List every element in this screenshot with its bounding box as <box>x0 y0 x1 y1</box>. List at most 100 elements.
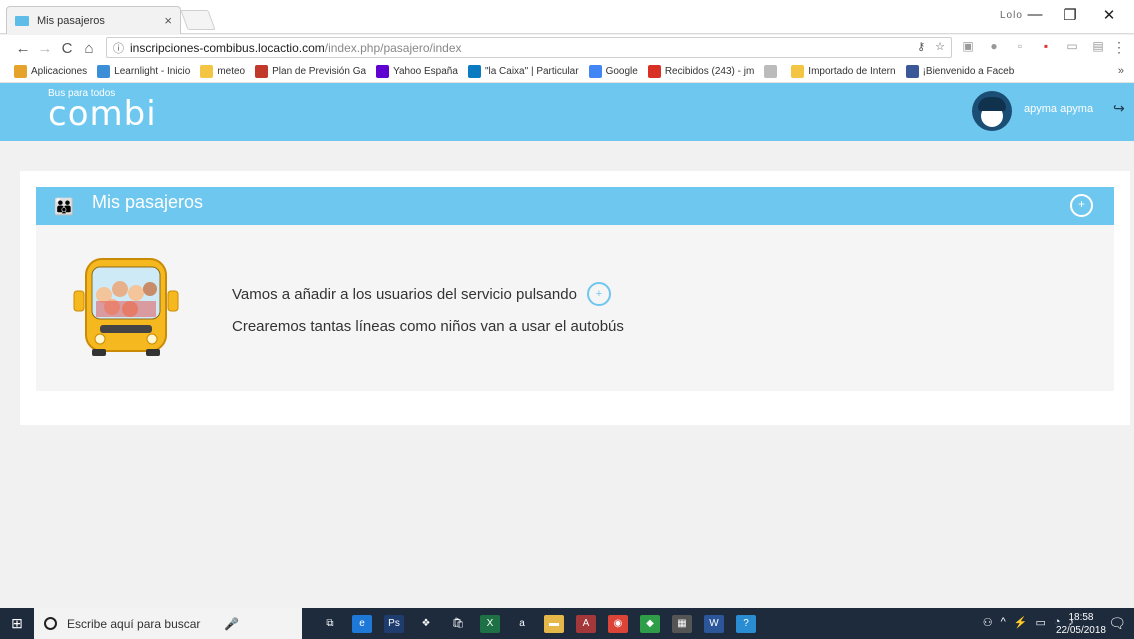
taskbar-search-input[interactable]: Escribe aquí para buscar 🎤 <box>34 608 302 639</box>
bookmark-star-icon[interactable]: ☆ <box>935 40 945 53</box>
bookmark-label: Yahoo España <box>393 66 458 77</box>
bookmarks-bar: Aplicaciones Learnlight - Inicio meteo Plan… <box>0 61 1134 83</box>
extension-icon[interactable]: ▤ <box>1090 39 1106 53</box>
task-view-icon[interactable]: ⧉ <box>320 614 340 633</box>
instruction-line-2: Crearemos tantas líneas como niños van a… <box>232 318 624 335</box>
bookmark-item[interactable]: Google <box>588 65 638 78</box>
inline-add-icon[interactable]: + <box>586 282 611 306</box>
windows-taskbar: ⊞ Escribe aquí para buscar 🎤 ⧉ e Ps ❖ 🛍 Xa ▬ A ◉… <box>0 608 1134 639</box>
bookmark-label: Google <box>605 66 638 77</box>
bookmark-label: ¡Bienvenido a Faceb <box>922 66 1015 77</box>
bookmark-favicon-icon <box>376 65 390 78</box>
forward-button[interactable]: → <box>34 40 56 57</box>
key-icon[interactable]: ⚷ <box>917 40 925 53</box>
bookmark-label: Recibidos (243) - jm <box>664 66 755 77</box>
bookmark-item[interactable]: Aplicaciones <box>14 65 87 78</box>
bookmark-favicon-icon <box>647 65 661 78</box>
extension-icon[interactable]: ▫ <box>1012 39 1028 53</box>
school-bus-illustration <box>73 258 179 356</box>
maximize-button[interactable]: ❐ <box>1055 6 1085 24</box>
panel-body: Vamos a añadir a los usuarios del servic… <box>36 225 1114 391</box>
bookmark-item[interactable]: "la Caixa" | Particular <box>467 65 579 78</box>
address-bar-row: ← → C ⌂ ⓘ inscripciones-combibus.locacti… <box>0 35 1134 61</box>
cortana-icon <box>44 617 57 630</box>
app-header: Bus para todos combi apyma apyma ↪ <box>0 83 1134 141</box>
bookmark-favicon-icon <box>200 65 214 78</box>
taskbar-apps: ⧉ e Ps ❖ 🛍 Xa ▬ A ◉ ◆ ▦ W? <box>320 614 756 633</box>
bookmark-favicon-icon <box>467 65 481 78</box>
bookmark-item[interactable]: Yahoo España <box>376 65 458 78</box>
apps-grid-icon <box>14 65 27 78</box>
panel-header: 👪 Mis pasajeros + <box>36 187 1114 225</box>
browser-menu-icon[interactable]: ⋮ <box>1112 39 1126 56</box>
bookmark-favicon-icon <box>905 65 919 78</box>
bookmark-item[interactable]: Recibidos (243) - jm <box>647 65 755 78</box>
dropbox-icon[interactable]: ❖ <box>416 614 436 633</box>
taskbar-clock[interactable]: 18:58 22/05/2018 <box>1056 611 1106 637</box>
avatar-hair <box>978 97 1006 111</box>
reload-button[interactable]: C <box>56 40 78 57</box>
bookmarks-more-button[interactable]: » <box>1118 65 1124 77</box>
bookmark-label: Learnlight - Inicio <box>114 66 191 77</box>
bookmark-favicon-icon <box>588 65 602 78</box>
bookmark-favicon-icon <box>97 65 111 78</box>
chrome-icon[interactable]: ◉ <box>608 614 628 633</box>
bookmark-item[interactable]: Importado de Intern <box>791 65 896 78</box>
store-icon[interactable]: 🛍 <box>448 614 468 633</box>
explorer-icon[interactable]: ▬ <box>544 614 564 633</box>
excel-icon[interactable]: X <box>480 614 500 633</box>
extension-icon[interactable]: ▭ <box>1064 39 1080 53</box>
app-green-icon[interactable]: ◆ <box>640 614 660 633</box>
bookmark-favicon-icon <box>764 65 778 78</box>
family-icon: 👪 <box>54 199 74 216</box>
bookmark-item[interactable]: Learnlight - Inicio <box>97 65 190 78</box>
panel-title: Mis pasajeros <box>92 192 204 212</box>
bookmark-item[interactable]: ¡Bienvenido a Faceb <box>905 65 1015 78</box>
photoshop-icon[interactable]: Ps <box>384 614 404 633</box>
bookmark-item[interactable]: Plan de Previsión Ga <box>255 65 366 78</box>
avatar[interactable] <box>972 91 1012 131</box>
info-icon[interactable]: ⓘ <box>113 40 124 56</box>
amazon-icon[interactable]: a <box>512 614 532 633</box>
instruction-text-1: Vamos a añadir a los usuarios del servic… <box>232 285 577 303</box>
bookmark-item[interactable] <box>764 65 781 78</box>
bookmark-favicon-icon <box>791 65 805 78</box>
clock-date: 22/05/2018 <box>1055 625 1106 636</box>
extension-badge-icon[interactable]: ▪ <box>1038 39 1054 53</box>
bookmark-item[interactable]: meteo <box>200 65 245 78</box>
edge-icon[interactable]: e <box>352 614 372 633</box>
username[interactable]: apyma apyma <box>1024 103 1093 115</box>
minimize-button[interactable]: — <box>1020 6 1050 23</box>
people-icon[interactable]: ⚇ <box>983 616 993 629</box>
add-passenger-button[interactable]: + <box>1070 194 1093 217</box>
bookmark-label: Plan de Previsión Ga <box>272 66 367 77</box>
windows-start-icon[interactable]: ⊞ <box>0 615 34 632</box>
tab-mis-pasajeros[interactable]: Mis pasajeros × <box>6 6 181 34</box>
battery-icon[interactable]: ▭ <box>1035 616 1045 629</box>
network-icon[interactable]: ⚡ <box>1014 616 1028 629</box>
logout-icon[interactable]: ↪ <box>1113 100 1125 117</box>
tab-title: Mis pasajeros <box>37 14 105 27</box>
combi-logo[interactable]: Bus para todos combi <box>48 89 157 132</box>
url-input[interactable]: ⓘ inscripciones-combibus.locactio.com /i… <box>106 37 952 58</box>
new-tab-button[interactable] <box>180 10 216 30</box>
tray-chevron-icon[interactable]: ^ <box>1001 616 1006 629</box>
microphone-extension-icon[interactable]: ● <box>986 39 1002 53</box>
clock-time: 18:58 <box>1068 612 1094 623</box>
close-window-button[interactable]: ✕ <box>1094 6 1124 24</box>
access-icon[interactable]: A <box>576 614 596 633</box>
microphone-icon[interactable]: 🎤 <box>224 617 239 631</box>
back-button[interactable]: ← <box>12 40 34 57</box>
instruction-line-1: Vamos a añadir a los usuarios del servic… <box>232 282 611 306</box>
extension-icon[interactable]: ▣ <box>960 39 976 53</box>
search-placeholder: Escribe aquí para buscar <box>67 616 201 631</box>
word-icon[interactable]: W <box>704 614 724 633</box>
action-center-icon[interactable]: 🗨 <box>1108 615 1126 632</box>
bookmark-label: Importado de Intern <box>808 66 896 77</box>
tab-close-icon[interactable]: × <box>164 13 172 28</box>
home-button[interactable]: ⌂ <box>78 40 100 57</box>
calculator-icon[interactable]: ▦ <box>672 614 692 633</box>
bookmark-label: meteo <box>217 66 246 77</box>
url-path: /index.php/pasajero/index <box>324 40 462 55</box>
help-icon[interactable]: ? <box>736 614 756 633</box>
